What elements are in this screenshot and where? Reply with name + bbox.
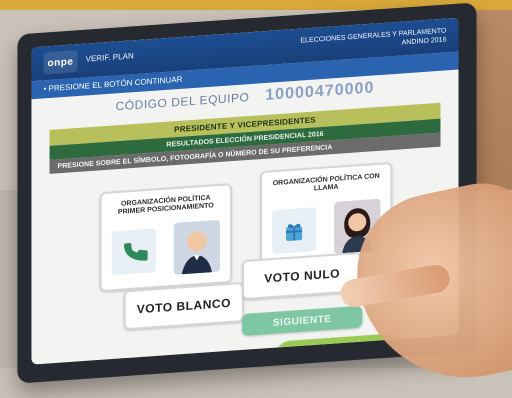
header-right-text: ELECCIONES GENERALES Y PARLAMENTO ANDINO… xyxy=(276,26,446,56)
header-small-text: VERIF. PLAN xyxy=(85,51,134,64)
gift-icon xyxy=(272,207,317,255)
candidate-card-1-title: ORGANIZACIÓN POLÍTICA PRIMER POSICIONAMI… xyxy=(117,194,214,216)
phone-icon xyxy=(111,228,156,276)
candidate-card-2-title: ORGANIZACIÓN POLÍTICA CON LLAMA xyxy=(272,172,380,193)
next-button[interactable]: SIGUIENTE xyxy=(241,305,363,337)
onpe-logo: onpe xyxy=(43,50,78,75)
blank-vote-button[interactable]: VOTO BLANCO xyxy=(123,281,244,331)
equipment-code-value: 10000470000 xyxy=(265,79,375,104)
logo-text: onpe xyxy=(47,55,74,69)
candidate-man-photo xyxy=(173,219,220,275)
candidate-card-1[interactable]: ORGANIZACIÓN POLÍTICA PRIMER POSICIONAMI… xyxy=(99,183,232,293)
equipment-code-label: CÓDIGO DEL EQUIPO xyxy=(115,90,250,114)
